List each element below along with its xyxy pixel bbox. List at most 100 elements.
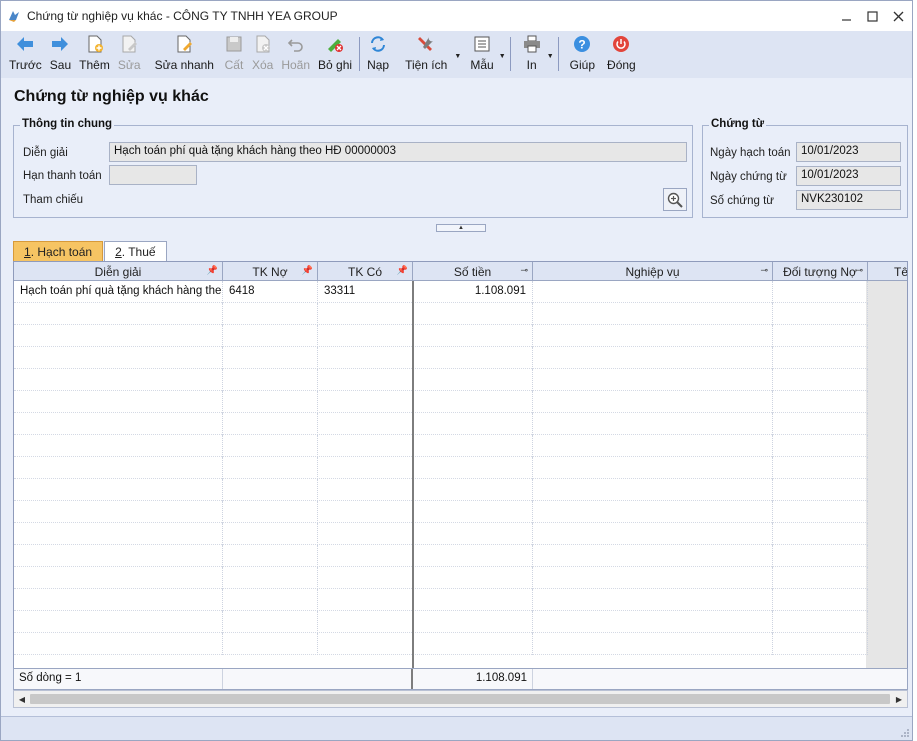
table-cell[interactable]	[773, 391, 868, 413]
table-cell[interactable]	[318, 457, 413, 479]
table-cell[interactable]	[413, 347, 533, 369]
table-cell[interactable]	[14, 633, 223, 655]
column-header-credit-account[interactable]: TK Có 📌	[318, 262, 413, 281]
table-row[interactable]: Hạch toán phí quà tặng khách hàng the 641…	[14, 281, 868, 303]
empty-table-row[interactable]	[14, 567, 868, 589]
table-cell[interactable]	[318, 611, 413, 633]
description-field[interactable]: Hạch toán phí quà tặng khách hàng theo H…	[109, 142, 687, 162]
print-dropdown-arrow[interactable]: ▼	[546, 31, 555, 75]
table-cell[interactable]	[223, 413, 318, 435]
table-cell[interactable]	[318, 391, 413, 413]
pin-icon[interactable]: 📌	[302, 265, 313, 276]
table-cell[interactable]	[223, 589, 318, 611]
next-button[interactable]: Sau	[46, 31, 75, 75]
prev-button[interactable]: Trước	[5, 31, 46, 75]
table-cell[interactable]	[14, 523, 223, 545]
table-cell[interactable]	[533, 413, 773, 435]
empty-table-row[interactable]	[14, 611, 868, 633]
table-cell[interactable]	[533, 545, 773, 567]
empty-table-row[interactable]	[14, 303, 868, 325]
table-cell[interactable]	[413, 589, 533, 611]
table-cell[interactable]	[318, 369, 413, 391]
table-cell[interactable]	[773, 303, 868, 325]
column-header-debit-object[interactable]: Đối tượng Nợ ⊸	[773, 262, 868, 281]
empty-table-row[interactable]	[14, 479, 868, 501]
table-cell[interactable]	[223, 325, 318, 347]
tab-tax[interactable]: 2. Thuế	[104, 241, 167, 261]
utilities-button[interactable]: Tiện ích	[393, 31, 453, 75]
table-cell[interactable]: 6418	[223, 281, 318, 303]
empty-table-row[interactable]	[14, 391, 868, 413]
save-button[interactable]: Cất	[220, 31, 248, 75]
table-cell[interactable]	[318, 523, 413, 545]
table-cell[interactable]	[533, 501, 773, 523]
table-cell[interactable]	[14, 479, 223, 501]
table-cell[interactable]	[533, 633, 773, 655]
table-cell[interactable]	[223, 435, 318, 457]
table-cell[interactable]	[413, 545, 533, 567]
table-cell[interactable]	[223, 545, 318, 567]
table-cell[interactable]: 1.108.091	[413, 281, 533, 303]
table-cell[interactable]	[533, 391, 773, 413]
table-cell[interactable]: Hạch toán phí quà tặng khách hàng the	[14, 281, 223, 303]
table-cell[interactable]	[14, 457, 223, 479]
table-cell[interactable]	[533, 281, 773, 303]
scroll-track[interactable]	[30, 691, 891, 707]
table-cell[interactable]	[14, 611, 223, 633]
table-cell[interactable]	[413, 457, 533, 479]
table-cell[interactable]	[773, 435, 868, 457]
table-cell[interactable]	[773, 281, 868, 303]
pin-icon[interactable]: ⊸	[855, 265, 863, 276]
table-cell[interactable]	[223, 391, 318, 413]
table-cell[interactable]	[533, 457, 773, 479]
table-cell[interactable]	[318, 545, 413, 567]
column-header-amount[interactable]: Số tiền ⊸	[413, 262, 533, 281]
table-cell[interactable]	[318, 413, 413, 435]
table-cell[interactable]	[223, 523, 318, 545]
table-cell[interactable]	[773, 369, 868, 391]
table-cell[interactable]	[223, 633, 318, 655]
template-dropdown-arrow[interactable]: ▼	[498, 31, 507, 75]
table-cell[interactable]	[773, 567, 868, 589]
table-cell[interactable]	[318, 589, 413, 611]
table-cell[interactable]	[773, 479, 868, 501]
table-cell[interactable]	[223, 501, 318, 523]
pin-icon[interactable]: ⊸	[520, 265, 528, 276]
table-cell[interactable]	[14, 369, 223, 391]
voucher-no-field[interactable]: NVK230102	[796, 190, 901, 210]
table-cell[interactable]	[533, 611, 773, 633]
column-header-business-type[interactable]: Nghiệp vụ ⊸	[533, 262, 773, 281]
add-button[interactable]: Thêm	[75, 31, 114, 75]
column-header-name[interactable]: Tê	[868, 262, 907, 281]
table-cell[interactable]	[223, 611, 318, 633]
table-cell[interactable]	[413, 479, 533, 501]
empty-table-row[interactable]	[14, 457, 868, 479]
table-cell[interactable]	[14, 325, 223, 347]
table-cell[interactable]	[533, 303, 773, 325]
posting-date-field[interactable]: 10/01/2023	[796, 142, 901, 162]
table-cell[interactable]	[413, 633, 533, 655]
delete-button[interactable]: Xóa	[248, 31, 277, 75]
voucher-date-field[interactable]: 10/01/2023	[796, 166, 901, 186]
horizontal-scrollbar[interactable]: ◀ ▶	[13, 690, 908, 708]
maximize-button[interactable]	[864, 8, 880, 24]
utilities-dropdown-arrow[interactable]: ▼	[453, 31, 462, 75]
empty-table-row[interactable]	[14, 633, 868, 655]
empty-table-row[interactable]	[14, 523, 868, 545]
table-cell[interactable]	[14, 501, 223, 523]
pin-icon[interactable]: ⊸	[760, 265, 768, 276]
table-cell[interactable]	[223, 347, 318, 369]
scroll-left-button[interactable]: ◀	[14, 691, 30, 707]
table-cell[interactable]	[318, 303, 413, 325]
pin-icon[interactable]: 📌	[207, 265, 218, 276]
table-cell[interactable]	[773, 589, 868, 611]
close-form-button[interactable]: Đóng	[599, 31, 640, 75]
table-cell[interactable]: 33311	[318, 281, 413, 303]
empty-table-row[interactable]	[14, 545, 868, 567]
table-cell[interactable]	[318, 325, 413, 347]
empty-table-row[interactable]	[14, 325, 868, 347]
table-cell[interactable]	[413, 413, 533, 435]
table-cell[interactable]	[223, 479, 318, 501]
table-cell[interactable]	[413, 501, 533, 523]
tab-accounting[interactable]: 1. Hạch toán	[13, 241, 104, 261]
